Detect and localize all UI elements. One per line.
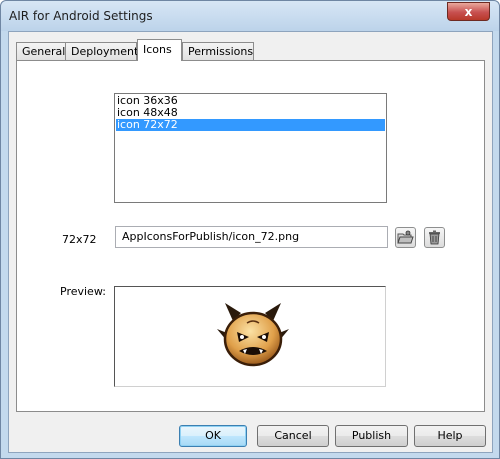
icon-size-list[interactable]: icon 36x36 icon 48x48 icon 72x72 <box>114 93 387 203</box>
tab-general[interactable]: General <box>16 42 66 60</box>
title-bar[interactable]: AIR for Android Settings x <box>1 1 499 31</box>
monster-face-icon <box>217 303 289 367</box>
ok-button[interactable]: OK <box>179 425 247 447</box>
delete-button[interactable] <box>424 227 445 248</box>
icon-preview <box>114 286 386 387</box>
tab-deployment[interactable]: Deployment <box>65 42 138 60</box>
help-button[interactable]: Help <box>414 425 486 447</box>
trash-icon <box>429 230 440 245</box>
close-button[interactable]: x <box>447 2 490 21</box>
browse-button[interactable] <box>395 227 416 248</box>
icon-path-field[interactable]: AppIconsForPublish/icon_72.png <box>115 226 388 248</box>
publish-button[interactable]: Publish <box>335 425 408 447</box>
close-icon: x <box>464 4 473 19</box>
list-item-selected[interactable]: icon 72x72 <box>116 119 385 131</box>
icons-panel: icon 36x36 icon 48x48 icon 72x72 72x72 A… <box>16 60 485 412</box>
icon-size-label: 72x72 <box>62 233 97 246</box>
tab-permissions[interactable]: Permissions <box>182 42 254 60</box>
preview-label: Preview: <box>60 285 106 298</box>
cancel-button[interactable]: Cancel <box>257 425 329 447</box>
folder-browse-icon <box>397 230 414 244</box>
dialog-body: General Deployment Icons Permissions ico… <box>8 31 493 453</box>
settings-window: AIR for Android Settings x General Deplo… <box>0 0 500 459</box>
tab-icons[interactable]: Icons <box>137 39 182 61</box>
window-title: AIR for Android Settings <box>9 9 153 23</box>
